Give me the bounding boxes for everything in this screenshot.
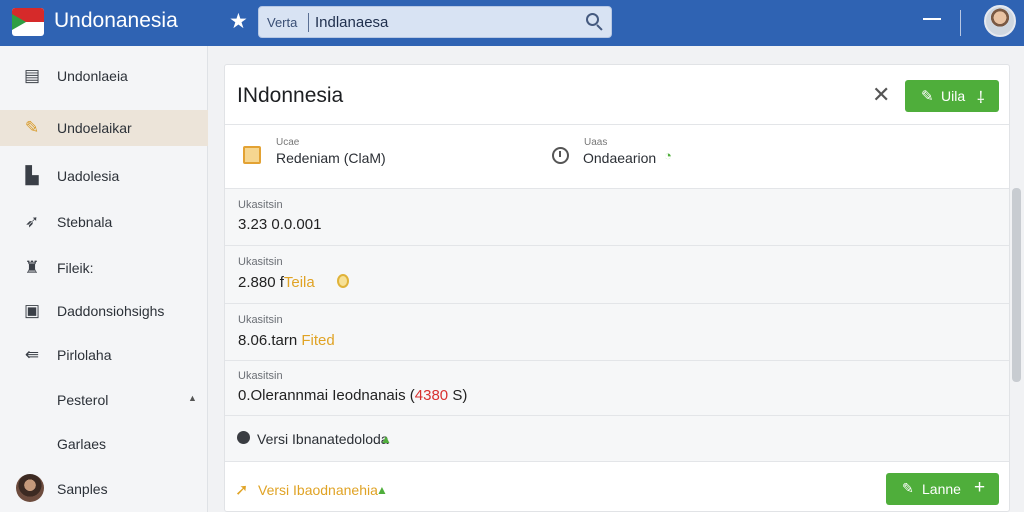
status-ok-icon: ◔ — [664, 148, 672, 163]
divider — [225, 415, 1009, 416]
calendar-icon — [243, 146, 261, 164]
row-value: 0.Olerannmai Ieodnanais (4380 S) — [238, 387, 468, 404]
info-caption-right: Uaas — [584, 137, 608, 148]
row-caption: Ukasitsin — [238, 199, 283, 211]
star-icon[interactable]: ★ — [229, 9, 248, 34]
search-scope-label[interactable]: Verta — [267, 15, 297, 30]
row-caption: Ukasitsin — [238, 314, 283, 326]
minimize-icon[interactable] — [923, 18, 941, 20]
close-icon[interactable]: ✕ — [872, 84, 890, 106]
sidebar-item-label: Pirlolaha — [57, 347, 112, 363]
pencil-icon: ✎ — [921, 88, 934, 105]
bookmark-icon: ▙ — [25, 166, 39, 185]
clock-icon — [552, 147, 569, 164]
tree-icon: ▲ — [380, 432, 392, 446]
row-value: 2.880 fTeila — [238, 274, 315, 291]
inbox-icon: ▤ — [23, 66, 41, 85]
row-caption: Ukasitsin — [238, 370, 283, 382]
plus-icon: + — [974, 477, 986, 498]
search-bar[interactable]: Verta Indlanaesa — [258, 6, 612, 38]
status-dot-icon — [237, 431, 250, 444]
info-value-left: Redeniam (ClaM) — [276, 150, 386, 166]
row-value: 3.23 0.0.001 — [238, 216, 322, 233]
avatar[interactable] — [16, 474, 44, 502]
details-list — [225, 188, 1009, 461]
share-icon: ⇚ — [24, 345, 40, 364]
search-divider — [308, 13, 309, 32]
chevron-right-icon: ➚ — [235, 482, 249, 499]
divider — [225, 461, 1009, 462]
sidebar-item-label: Uadolesia — [57, 168, 120, 184]
divider — [225, 303, 1009, 304]
divider — [225, 188, 1009, 189]
sidebar-item-4[interactable]: ➶ Stebnala — [0, 204, 208, 240]
row-tag: Fited — [301, 332, 335, 349]
sidebar-item-7[interactable]: ⇚ Pirlolaha — [0, 337, 208, 373]
row-value: 8.06.tarn Fited — [238, 332, 335, 349]
learn-button[interactable]: ✎ Lanne + — [886, 473, 999, 505]
pencil-icon: ✎ — [902, 480, 914, 496]
app-title: Undonanesia — [54, 9, 178, 32]
flag-icon — [12, 8, 44, 36]
divider — [225, 124, 1009, 125]
scrollbar[interactable] — [1012, 188, 1021, 382]
sidebar-item-label: Undoelaikar — [57, 120, 132, 136]
plus-icon: ⸸ — [977, 90, 985, 107]
footer-line[interactable]: Versi Ibaodnanehia — [258, 482, 378, 498]
search-icon[interactable] — [586, 13, 604, 31]
version-line: Versi Ibnanatedoloda — [257, 431, 389, 447]
sidebar-item-label: Garlaes — [57, 436, 107, 452]
pencil-icon: ✎ — [24, 118, 40, 137]
user-avatar[interactable] — [984, 5, 1016, 37]
sidebar-item-label: Sanples — [57, 481, 108, 497]
sidebar-item-label: Undonlaeia — [57, 68, 128, 84]
top-bar: Undonanesia ★ Verta Indlanaesa — [0, 0, 1024, 46]
coin-icon — [337, 274, 349, 288]
row-caption: Ukasitsin — [238, 256, 283, 268]
learn-button-label: Lanne — [922, 481, 961, 497]
sidebar-item-label: Stebnala — [57, 214, 113, 230]
sidebar-item-2[interactable]: ✎ Undoelaikar — [0, 110, 208, 146]
sidebar-item-5[interactable]: ♜ Fileik: — [0, 250, 208, 286]
page-title: INdonnesia — [237, 84, 344, 107]
row-tag: Teila — [283, 274, 315, 291]
sidebar-item-6[interactable]: ▣ Daddonsiohsighs — [0, 293, 208, 329]
puzzle-icon: ♜ — [24, 258, 40, 277]
row-tag: 4380 — [414, 387, 449, 404]
info-caption-left: Ucae — [276, 137, 300, 148]
info-value-right: Ondaearion — [583, 150, 657, 166]
sidebar-item-label: Fileik: — [57, 260, 94, 276]
header-divider — [960, 10, 961, 36]
chevron-up-icon[interactable]: ▲ — [188, 393, 197, 403]
wrench-icon: ➶ — [24, 212, 40, 231]
tree-icon: ▲ — [376, 483, 388, 497]
edit-button[interactable]: ✎ Uila ⸸ — [905, 80, 999, 112]
sidebar-item-label: Pesterol — [57, 392, 109, 408]
sidebar-item-label: Daddonsiohsighs — [57, 303, 165, 319]
divider — [225, 245, 1009, 246]
divider — [225, 360, 1009, 361]
sidebar-item-1[interactable]: ▤ Undonlaeia — [0, 58, 208, 94]
clipboard-icon: ▣ — [23, 301, 41, 320]
sidebar-item-3[interactable]: ▙ Uadolesia — [0, 158, 208, 194]
search-input[interactable]: Indlanaesa — [315, 14, 388, 31]
edit-button-label: Uila — [941, 88, 966, 104]
sidebar-item-9[interactable]: Garlaes — [0, 426, 208, 462]
sidebar-item-8[interactable]: Pesterol ▲ — [0, 382, 208, 418]
